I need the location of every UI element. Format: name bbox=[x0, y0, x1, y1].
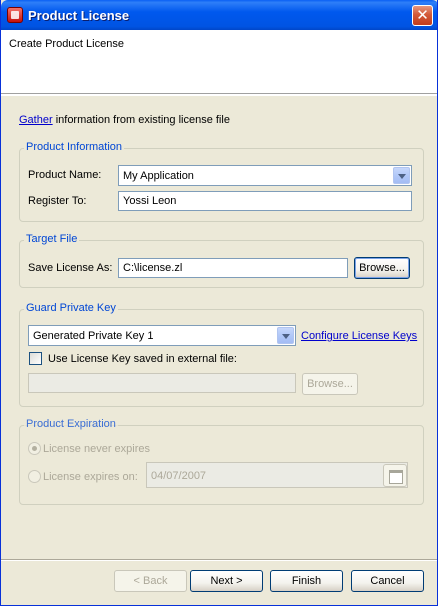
gather-link[interactable]: Gather bbox=[19, 114, 53, 126]
expires-on-label[interactable]: License expires on: bbox=[43, 471, 138, 483]
browse-target-button[interactable]: Browse... bbox=[354, 257, 410, 279]
product-information-group: Product Information Product Name: My App… bbox=[19, 141, 424, 222]
product-expiration-group: Product Expiration License never expires… bbox=[19, 418, 424, 505]
external-key-path-field[interactable] bbox=[28, 373, 296, 393]
expiration-date-field[interactable]: 04/07/2007 bbox=[146, 462, 408, 488]
chevron-down-icon[interactable] bbox=[277, 327, 294, 344]
private-key-value: Generated Private Key 1 bbox=[33, 330, 154, 342]
private-key-combo[interactable]: Generated Private Key 1 bbox=[28, 325, 296, 346]
target-file-group: Target File Save License As: C:\license.… bbox=[19, 233, 424, 288]
finish-button[interactable]: Finish bbox=[270, 570, 343, 592]
register-to-field[interactable]: Yossi Leon bbox=[118, 191, 412, 211]
product-information-legend: Product Information bbox=[24, 141, 124, 153]
save-license-as-field[interactable]: C:\license.zl bbox=[118, 258, 348, 278]
product-name-combo[interactable]: My Application bbox=[118, 165, 412, 186]
product-name-label: Product Name: bbox=[28, 169, 102, 181]
never-expires-label[interactable]: License never expires bbox=[43, 443, 150, 455]
product-expiration-legend: Product Expiration bbox=[24, 418, 118, 430]
page-title: Create Product License bbox=[9, 38, 124, 50]
browse-external-key-button[interactable]: Browse... bbox=[302, 373, 358, 395]
close-button[interactable]: ✕ bbox=[412, 5, 433, 26]
title-bar[interactable]: Product License ✕ bbox=[1, 0, 437, 30]
product-license-dialog: Product License ✕ Create Product License… bbox=[0, 0, 438, 606]
gather-text: information from existing license file bbox=[52, 114, 230, 126]
configure-license-keys-link[interactable]: Configure License Keys bbox=[301, 330, 417, 342]
cancel-button[interactable]: Cancel bbox=[351, 570, 424, 592]
guard-private-key-group: Guard Private Key Generated Private Key … bbox=[19, 302, 424, 407]
external-key-checkbox-label[interactable]: Use License Key saved in external file: bbox=[48, 353, 237, 365]
header-banner: Create Product License bbox=[1, 30, 437, 96]
back-button[interactable]: < Back bbox=[114, 570, 187, 592]
next-button[interactable]: Next > bbox=[190, 570, 263, 592]
window-title: Product License bbox=[28, 8, 130, 23]
chevron-down-icon[interactable] bbox=[393, 167, 410, 184]
external-key-checkbox[interactable] bbox=[29, 352, 42, 365]
expires-on-radio[interactable] bbox=[28, 470, 41, 483]
save-license-as-label: Save License As: bbox=[28, 262, 113, 274]
gather-row: Gather information from existing license… bbox=[19, 114, 230, 126]
guard-private-key-legend: Guard Private Key bbox=[24, 302, 118, 314]
app-icon bbox=[7, 7, 23, 23]
footer-separator bbox=[1, 559, 437, 561]
product-name-value: My Application bbox=[123, 170, 194, 182]
never-expires-radio[interactable] bbox=[28, 442, 41, 455]
register-to-label: Register To: bbox=[28, 195, 87, 207]
target-file-legend: Target File bbox=[24, 233, 80, 245]
calendar-icon[interactable] bbox=[383, 464, 407, 487]
close-icon: ✕ bbox=[416, 7, 429, 24]
